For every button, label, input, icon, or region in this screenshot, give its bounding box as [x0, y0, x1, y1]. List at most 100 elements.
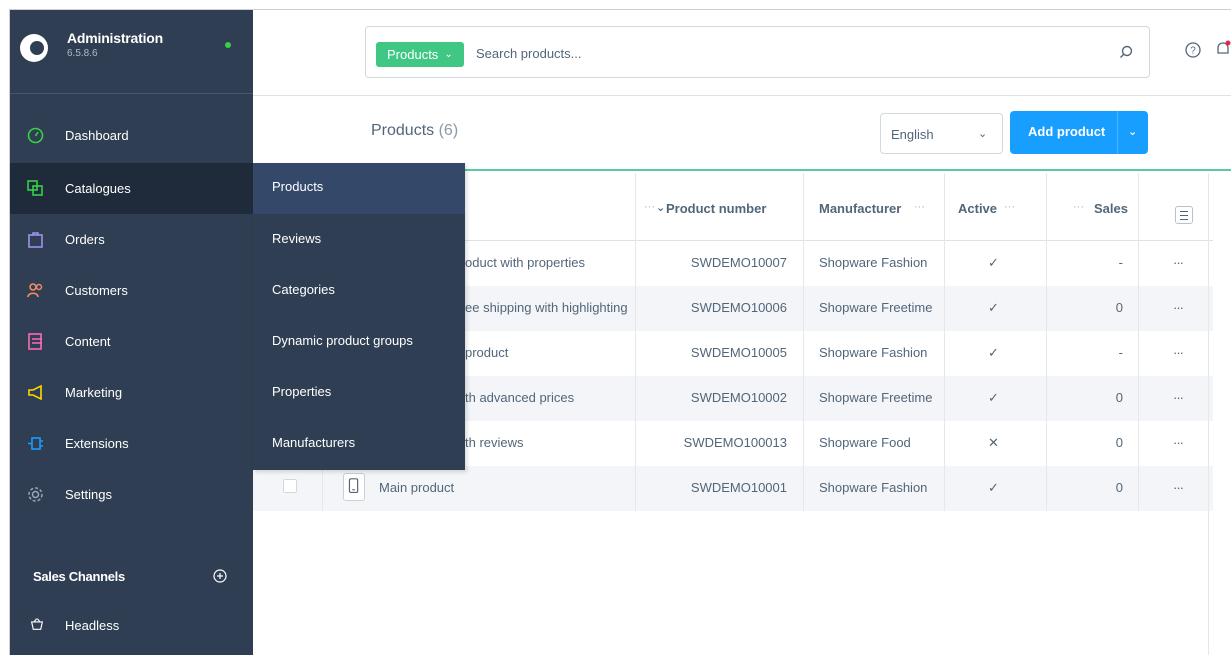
row-actions-icon[interactable]: ··· — [1173, 435, 1184, 450]
product-number: SWDEMO10007 — [690, 255, 787, 270]
catalogues-flyout-menu: Products Reviews Categories Dynamic prod… — [253, 163, 465, 470]
product-number: SWDEMO10001 — [690, 480, 787, 495]
manufacturer-name: Shopware Fashion — [819, 345, 928, 360]
cell-active: ✓ — [945, 331, 1047, 376]
cell-sales: 0 — [1047, 286, 1139, 331]
sales-value: - — [1118, 255, 1123, 270]
app-title: Administration — [67, 30, 163, 46]
cell-manufacturer: Shopware Fashion — [804, 241, 945, 286]
column-header-name[interactable]: ⌄ — [463, 173, 665, 241]
more-icon[interactable]: ··· — [644, 201, 655, 213]
help-icon[interactable]: ? — [1185, 42, 1201, 58]
sidebar-item-orders[interactable]: Orders — [10, 214, 253, 265]
cell-sales: - — [1047, 331, 1139, 376]
cell-manufacturer: Shopware Freetime — [804, 286, 945, 331]
row-actions-icon[interactable]: ··· — [1173, 480, 1184, 495]
product-name-link[interactable]: product — [465, 345, 508, 360]
sidebar-item-label: Orders — [65, 232, 105, 247]
check-icon: ✓ — [988, 480, 999, 495]
flyout-item-properties[interactable]: Properties — [253, 367, 465, 418]
sidebar-item-marketing[interactable]: Marketing — [10, 367, 253, 418]
manufacturer-name: Shopware Freetime — [819, 300, 933, 315]
more-icon[interactable]: ··· — [1073, 201, 1084, 213]
product-name-link[interactable]: ee shipping with highlighting — [465, 300, 628, 315]
bell-icon[interactable] — [1215, 40, 1231, 58]
check-icon: ✓ — [988, 255, 999, 270]
sidebar-item-label: Catalogues — [65, 181, 131, 196]
catalogue-icon — [27, 180, 43, 196]
product-name-link[interactable]: Main product — [379, 480, 454, 495]
sidebar-item-label: Dashboard — [65, 128, 129, 143]
page-title: Products (6) — [371, 122, 458, 140]
column-header-manufacturer[interactable]: Manufacturer ··· — [804, 173, 945, 241]
table-row[interactable]: Main product SWDEMO10001 Shopware Fashio… — [253, 466, 1213, 511]
product-name-link[interactable]: oduct with properties — [465, 255, 585, 270]
product-name-link[interactable]: th advanced prices — [465, 390, 574, 405]
chevron-down-icon: ⌄ — [444, 49, 453, 60]
search-input[interactable]: Search products... — [476, 46, 582, 61]
search-type-select[interactable]: Products ⌄ — [376, 42, 464, 67]
cell-manufacturer: Shopware Fashion — [804, 466, 945, 511]
flyout-item-dynamic-product-groups[interactable]: Dynamic product groups — [253, 316, 465, 367]
search-icon[interactable] — [1119, 45, 1133, 59]
sales-value: 0 — [1115, 480, 1123, 495]
column-label: Manufacturer — [819, 201, 902, 216]
column-header-active[interactable]: Active ··· — [945, 173, 1047, 241]
column-header-product-number[interactable]: ··· Product number — [636, 173, 804, 241]
users-icon — [27, 283, 43, 298]
scrollbar-track[interactable] — [1208, 173, 1209, 655]
plug-icon — [28, 437, 43, 450]
button-divider — [1117, 111, 1118, 154]
cell-number: SWDEMO10001 — [636, 466, 804, 511]
flyout-item-products[interactable]: Products — [253, 163, 465, 214]
grid-settings-button[interactable] — [1175, 206, 1193, 224]
check-icon: ✓ — [988, 300, 999, 315]
cell-actions: ··· — [1139, 421, 1213, 466]
status-dot — [225, 42, 231, 48]
manufacturer-name: Shopware Food — [819, 435, 911, 450]
megaphone-icon — [28, 384, 42, 401]
column-label: Active — [958, 201, 998, 216]
flyout-item-categories[interactable]: Categories — [253, 265, 465, 316]
cell-number: SWDEMO10006 — [636, 286, 804, 331]
sidebar-item-dashboard[interactable]: Dashboard — [10, 110, 253, 161]
chevron-down-icon[interactable]: ⌄ — [1128, 125, 1137, 138]
add-sales-channel-icon[interactable] — [213, 569, 227, 583]
search-type-label: Products — [387, 47, 439, 62]
sidebar-item-extensions[interactable]: Extensions — [10, 418, 253, 469]
row-actions-icon[interactable]: ··· — [1173, 255, 1184, 270]
flyout-item-label: Manufacturers — [272, 435, 356, 450]
column-header-sales[interactable]: ··· Sales — [1047, 173, 1139, 241]
product-name-link[interactable]: th reviews — [465, 435, 524, 450]
sidebar-item-catalogues[interactable]: Catalogues — [10, 163, 253, 214]
product-number: SWDEMO100013 — [683, 435, 787, 450]
more-icon[interactable]: ··· — [1004, 201, 1015, 213]
sidebar-item-customers[interactable]: Customers — [10, 265, 253, 316]
shopware-logo-icon[interactable] — [20, 34, 48, 62]
row-actions-icon[interactable]: ··· — [1173, 390, 1184, 405]
sidebar-item-settings[interactable]: Settings — [10, 469, 253, 520]
manufacturer-name: Shopware Fashion — [819, 480, 928, 495]
cell-active: ✓ — [945, 376, 1047, 421]
search-bar[interactable]: Products ⌄ Search products... — [365, 26, 1150, 78]
product-number: SWDEMO10002 — [690, 390, 787, 405]
row-actions-icon[interactable]: ··· — [1173, 345, 1184, 360]
sidebar-item-label: Headless — [65, 618, 120, 633]
sidebar-item-headless[interactable]: Headless — [10, 600, 253, 651]
row-checkbox[interactable] — [283, 479, 297, 493]
smart-bar: Products (6) English ⌄ Add product ⌄ — [253, 96, 1231, 171]
language-switch[interactable]: English ⌄ — [880, 113, 1003, 154]
add-product-button[interactable]: Add product ⌄ — [1010, 111, 1148, 154]
flyout-item-reviews[interactable]: Reviews — [253, 214, 465, 265]
cell-actions: ··· — [1139, 241, 1213, 286]
more-icon[interactable]: ··· — [914, 201, 925, 213]
page-title-text: Products — [371, 122, 435, 139]
sidebar-header: Administration 6.5.8.6 — [10, 10, 253, 94]
sidebar-item-label: Marketing — [65, 385, 123, 400]
basket-icon — [30, 618, 44, 630]
row-actions-icon[interactable]: ··· — [1173, 300, 1184, 315]
sidebar-item-content[interactable]: Content — [10, 316, 253, 367]
flyout-item-manufacturers[interactable]: Manufacturers — [253, 418, 465, 469]
cell-number: SWDEMO10005 — [636, 331, 804, 376]
sales-value: - — [1118, 345, 1123, 360]
